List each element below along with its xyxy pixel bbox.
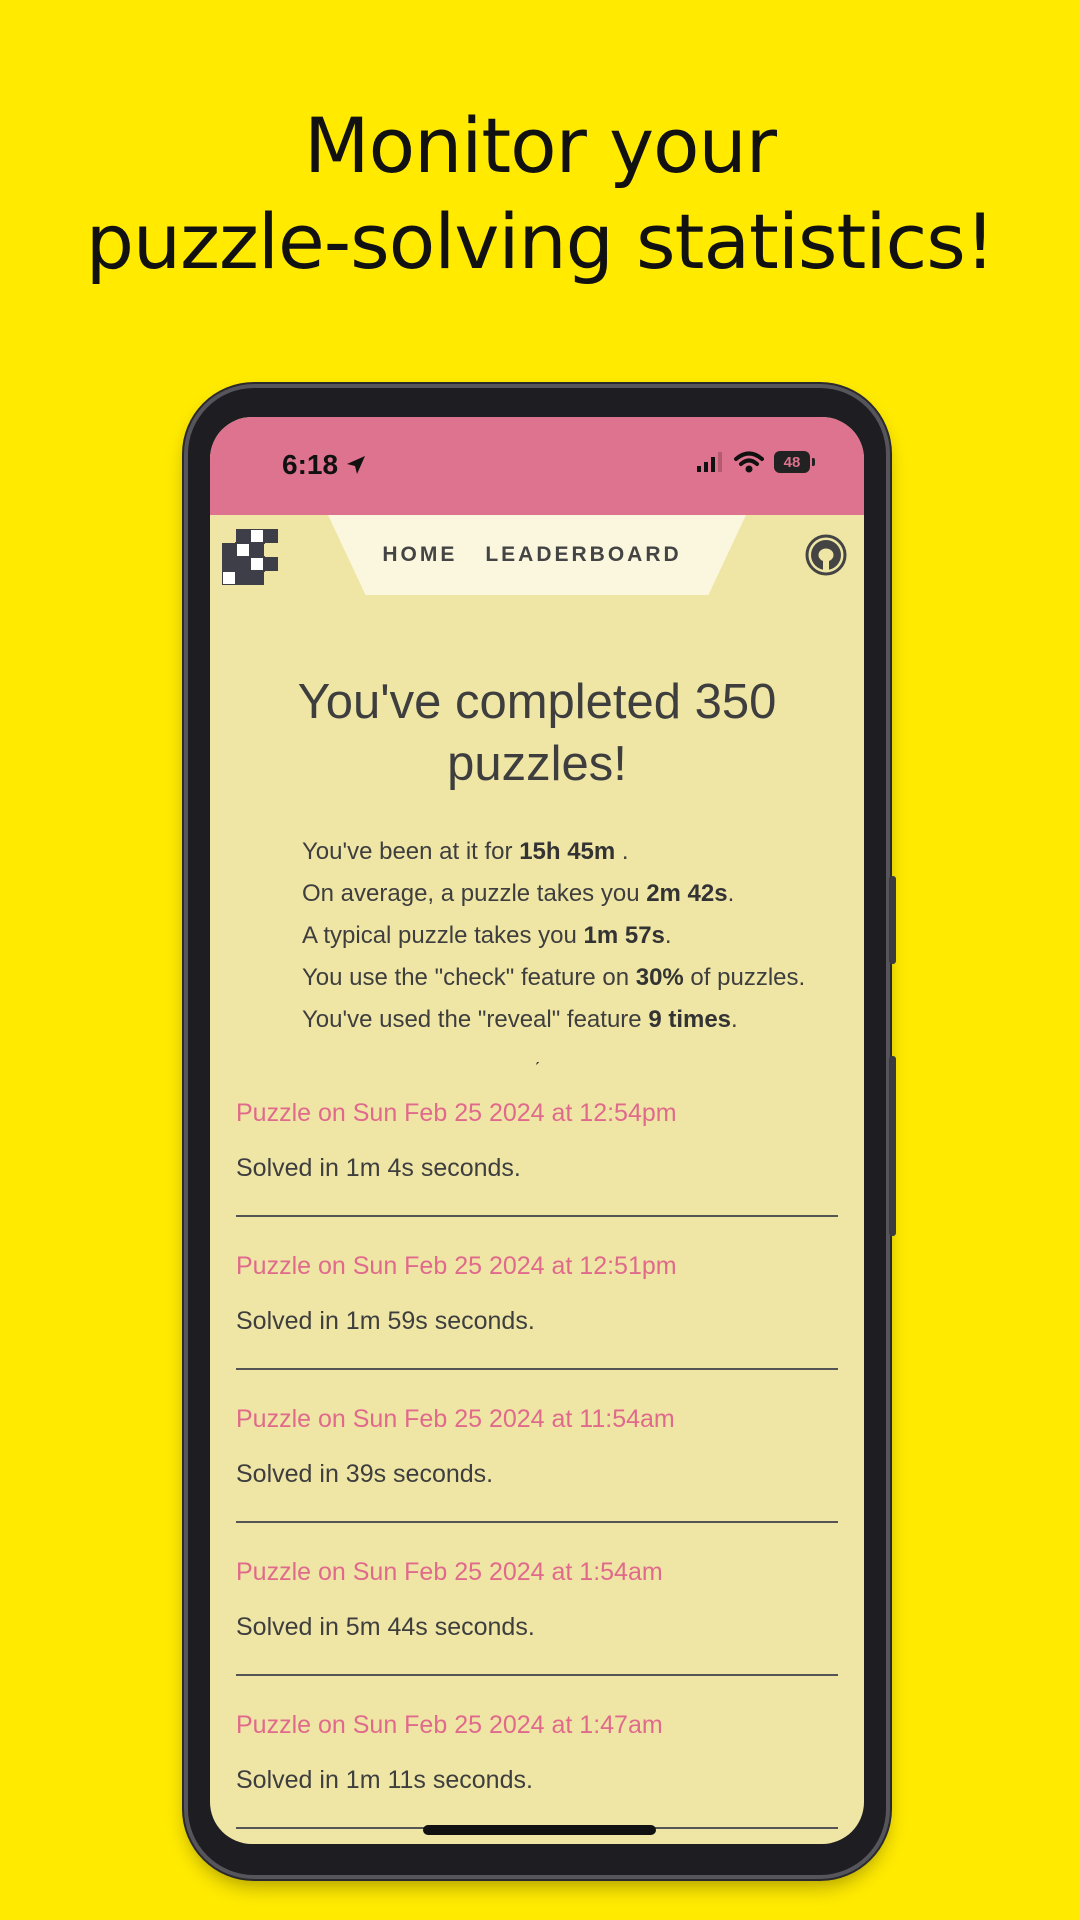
nav-home-link[interactable]: HOME xyxy=(382,543,457,567)
list-item: Puzzle on Sun Feb 25 2024 at 1:47am Solv… xyxy=(236,1693,838,1829)
list-item: Puzzle on Sun Feb 25 2024 at 12:54pm Sol… xyxy=(236,1081,838,1217)
puzzle-link[interactable]: Puzzle on Sun Feb 25 2024 at 1:47am xyxy=(236,1709,838,1741)
divider-mark: ˏ xyxy=(534,1045,540,1065)
solved-time: Solved in 1m 59s seconds. xyxy=(236,1307,535,1335)
status-bar: 6:18 48 xyxy=(210,417,864,515)
signal-icon xyxy=(697,452,722,472)
stat-average-time: On average, a puzzle takes you 2m 42s. xyxy=(302,880,735,907)
puzzle-link[interactable]: Puzzle on Sun Feb 25 2024 at 12:54pm xyxy=(236,1097,838,1129)
power-button xyxy=(889,1056,896,1236)
time-label: 6:18 xyxy=(282,449,339,480)
stat-typical-time: A typical puzzle takes you 1m 57s. xyxy=(302,922,672,949)
battery-icon: 48 xyxy=(774,451,815,473)
volume-up-button xyxy=(889,876,896,964)
stat-check-usage: You use the "check" feature on 30% of pu… xyxy=(302,964,806,991)
stat-time-spent: You've been at it for 15h 45m . xyxy=(302,838,629,865)
phone-screen: 6:18 48 HOME LEADERBOARD You've complete… xyxy=(210,417,864,1844)
list-item: Puzzle on Sun Feb 25 2024 at 1:54am Solv… xyxy=(236,1540,838,1676)
status-time: 6:18 xyxy=(282,449,368,481)
puzzle-link[interactable]: Puzzle on Sun Feb 25 2024 at 11:54am xyxy=(236,1403,838,1435)
github-icon[interactable] xyxy=(804,533,848,577)
solved-time: Solved in 1m 11s seconds. xyxy=(236,1766,533,1794)
list-item: Puzzle on Sun Feb 25 2024 at 11:54am Sol… xyxy=(236,1387,838,1523)
battery-level: 48 xyxy=(783,453,801,471)
stat-typical-time-value: 1m 57s xyxy=(583,922,665,949)
stat-average-time-value: 2m 42s xyxy=(646,880,728,907)
home-indicator[interactable] xyxy=(423,1825,656,1835)
phone-frame: 6:18 48 HOME LEADERBOARD You've complete… xyxy=(188,388,896,1875)
puzzle-link[interactable]: Puzzle on Sun Feb 25 2024 at 1:54am xyxy=(236,1556,838,1588)
puzzle-history-list: Puzzle on Sun Feb 25 2024 at 12:54pm Sol… xyxy=(236,1081,838,1829)
list-item: Puzzle on Sun Feb 25 2024 at 12:51pm Sol… xyxy=(236,1234,838,1370)
wifi-icon xyxy=(734,451,764,473)
solved-time: Solved in 1m 4s seconds. xyxy=(236,1154,521,1182)
stat-time-spent-value: 15h 45m xyxy=(519,838,616,865)
stat-reveal-usage-value: 9 times xyxy=(648,1006,732,1033)
crossword-logo-icon[interactable] xyxy=(222,529,278,585)
solved-time: Solved in 5m 44s seconds. xyxy=(236,1613,535,1641)
headline-line-2: puzzle-solving statistics! xyxy=(85,197,996,286)
nav-tab-bar: HOME LEADERBOARD xyxy=(328,515,746,595)
stat-check-usage-value: 30% xyxy=(635,964,684,991)
headline: Monitor your puzzle-solving statistics! xyxy=(0,98,1080,290)
stats-summary: You've been at it for 15h 45m . On avera… xyxy=(302,835,834,1036)
completed-title: You've completed 350 puzzles! xyxy=(297,675,777,791)
headline-line-1: Monitor your xyxy=(304,101,777,190)
stats-content: You've completed 350 puzzles! You've bee… xyxy=(210,601,864,1844)
app-navbar: HOME LEADERBOARD xyxy=(210,515,864,601)
puzzle-link[interactable]: Puzzle on Sun Feb 25 2024 at 12:51pm xyxy=(236,1250,838,1282)
nav-leaderboard-link[interactable]: LEADERBOARD xyxy=(485,543,681,567)
status-icons: 48 xyxy=(696,451,815,473)
location-arrow-icon xyxy=(347,456,366,474)
solved-time: Solved in 39s seconds. xyxy=(236,1460,494,1488)
stat-reveal-usage: You've used the "reveal" feature 9 times… xyxy=(302,1006,738,1033)
